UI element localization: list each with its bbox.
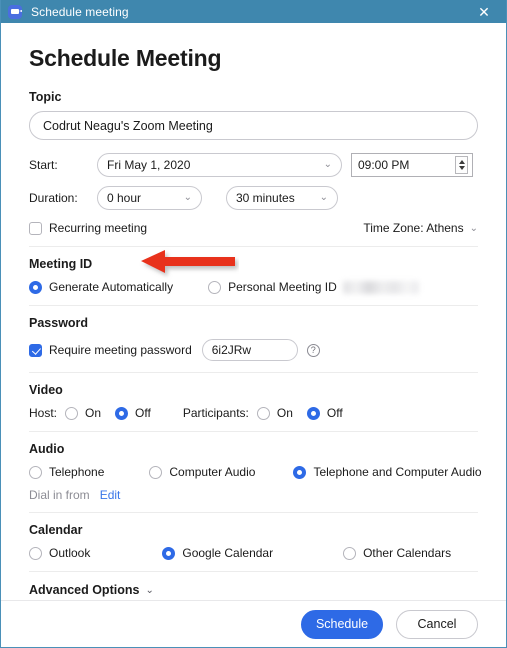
recurring-meeting-checkbox[interactable] — [29, 221, 42, 235]
personal-meeting-id-value-redacted — [342, 280, 419, 294]
label-audio-telephone[interactable]: Telephone — [49, 465, 104, 479]
label-participants-video-on[interactable]: On — [277, 406, 293, 420]
edit-dial-in-link[interactable]: Edit — [100, 488, 121, 502]
label-calendar-other[interactable]: Other Calendars — [363, 546, 451, 560]
start-date-value: Fri May 1, 2020 — [107, 158, 191, 172]
radio-audio-telephone-and-computer[interactable] — [293, 465, 307, 479]
chevron-down-icon: ⌄ — [319, 192, 328, 203]
label-calendar-google[interactable]: Google Calendar — [182, 546, 273, 560]
label-audio-computer[interactable]: Computer Audio — [169, 465, 255, 479]
divider — [29, 512, 478, 513]
radio-audio-computer[interactable] — [149, 465, 163, 479]
dialog-body: Schedule Meeting Topic Start: Fri May 1,… — [1, 45, 506, 648]
schedule-meeting-dialog: Schedule meeting ✕ Schedule Meeting Topi… — [0, 0, 507, 648]
radio-generate-automatically[interactable] — [29, 280, 42, 294]
divider — [29, 305, 478, 306]
video-label: Video — [29, 383, 63, 397]
start-label: Start: — [29, 158, 58, 172]
audio-label: Audio — [29, 442, 65, 456]
chevron-down-icon: ⌄ — [145, 584, 154, 596]
radio-participants-video-off[interactable] — [306, 406, 320, 420]
help-icon[interactable]: ? — [306, 343, 320, 357]
advanced-options-label: Advanced Options — [29, 583, 140, 597]
timezone-label: Time Zone: Athens — [363, 221, 464, 235]
duration-hours-select[interactable]: 0 hour ⌄ — [97, 186, 202, 210]
dialog-footer: Schedule Cancel — [1, 600, 506, 647]
label-personal-meeting-id[interactable]: Personal Meeting ID — [228, 280, 337, 294]
start-time-value: 09:00 PM — [358, 158, 410, 172]
meeting-password-input[interactable] — [201, 339, 298, 361]
radio-personal-meeting-id[interactable] — [208, 280, 222, 294]
start-time-spinbox[interactable]: 09:00 PM — [351, 153, 473, 177]
window-title: Schedule meeting — [31, 4, 129, 19]
divider — [29, 571, 478, 572]
radio-calendar-other[interactable] — [343, 546, 357, 560]
divider — [29, 246, 478, 247]
label-generate-automatically[interactable]: Generate Automatically — [49, 280, 173, 294]
label-participants-video-off[interactable]: Off — [327, 406, 343, 420]
require-password-checkbox[interactable] — [29, 343, 42, 357]
label-host-video-off[interactable]: Off — [135, 406, 151, 420]
duration-label: Duration: — [29, 191, 78, 205]
label-calendar-outlook[interactable]: Outlook — [49, 546, 90, 560]
zoom-video-icon — [8, 4, 22, 19]
radio-participants-video-on[interactable] — [256, 406, 270, 420]
schedule-button[interactable]: Schedule — [301, 609, 383, 639]
time-stepper[interactable] — [455, 156, 468, 174]
topic-label: Topic — [29, 90, 62, 104]
video-host-label: Host: — [29, 406, 58, 420]
label-host-video-on[interactable]: On — [85, 406, 101, 420]
require-password-label[interactable]: Require meeting password — [49, 343, 192, 357]
divider — [29, 372, 478, 373]
label-audio-telephone-and-computer[interactable]: Telephone and Computer Audio — [313, 465, 481, 479]
duration-hours-value: 0 hour — [107, 191, 142, 205]
title-bar: Schedule meeting ✕ — [1, 0, 506, 23]
radio-host-video-off[interactable] — [115, 406, 129, 420]
divider — [29, 431, 478, 432]
radio-audio-telephone[interactable] — [29, 465, 42, 479]
cancel-button[interactable]: Cancel — [396, 609, 478, 639]
chevron-down-icon: ⌄ — [183, 192, 192, 203]
timezone-select[interactable]: Time Zone: Athens ⌄ — [363, 221, 478, 235]
calendar-label: Calendar — [29, 523, 83, 537]
radio-calendar-google[interactable] — [162, 546, 176, 560]
radio-calendar-outlook[interactable] — [29, 546, 42, 560]
video-participants-label: Participants: — [182, 406, 249, 420]
duration-minutes-select[interactable]: 30 minutes ⌄ — [226, 186, 338, 210]
meeting-id-label: Meeting ID — [29, 257, 93, 271]
close-icon[interactable]: ✕ — [462, 0, 506, 23]
chevron-down-icon: ⌄ — [323, 159, 332, 170]
chevron-down-icon: ⌄ — [469, 222, 478, 234]
duration-minutes-value: 30 minutes — [236, 191, 295, 205]
start-date-select[interactable]: Fri May 1, 2020 ⌄ — [97, 153, 342, 177]
advanced-options-toggle[interactable]: Advanced Options ⌄ — [29, 583, 478, 597]
page-title: Schedule Meeting — [29, 45, 222, 71]
password-label: Password — [29, 316, 89, 330]
topic-input[interactable] — [29, 111, 478, 140]
recurring-meeting-label[interactable]: Recurring meeting — [49, 221, 147, 235]
radio-host-video-on[interactable] — [65, 406, 79, 420]
dial-in-from-label: Dial in from — [29, 488, 90, 502]
